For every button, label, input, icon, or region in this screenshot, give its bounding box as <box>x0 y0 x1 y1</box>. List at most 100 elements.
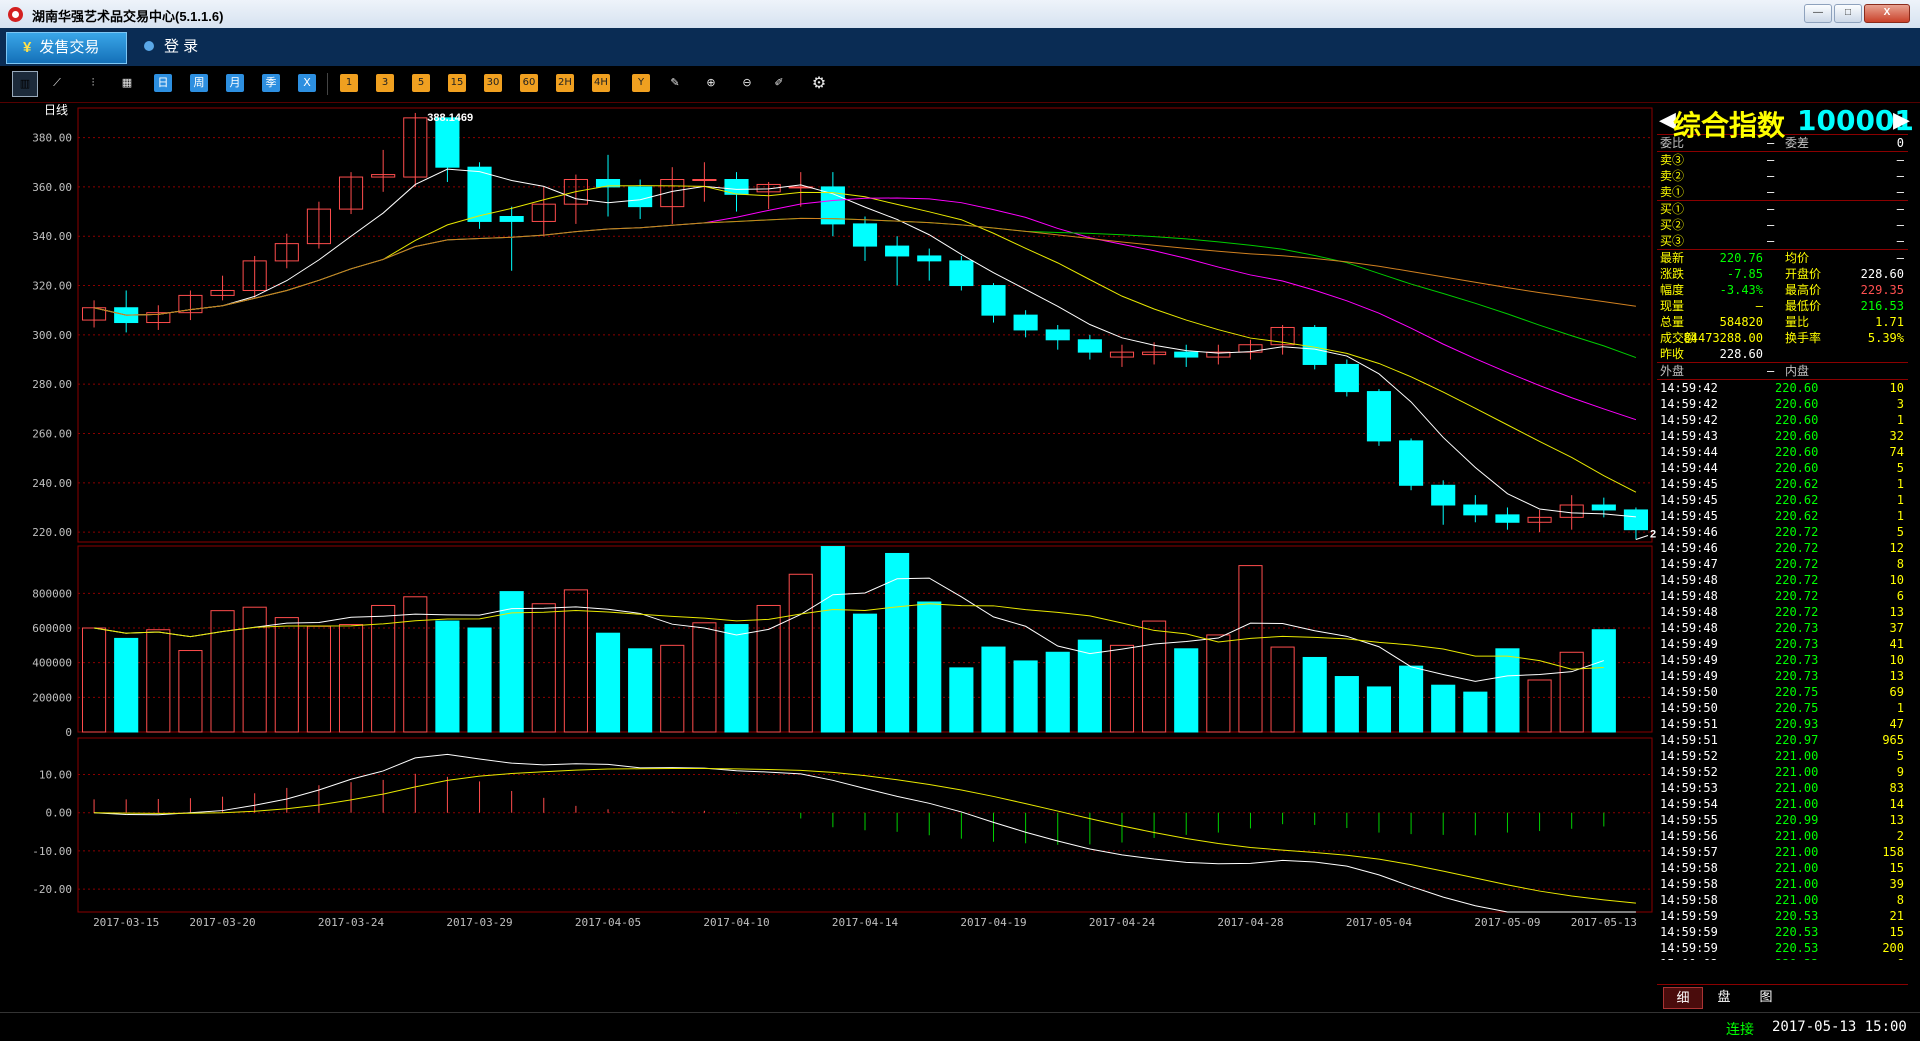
stat-label: 换手率 <box>1785 331 1822 345</box>
tab-chart[interactable]: 图 <box>1747 987 1785 1007</box>
tick-row: 14:59:47 220.72 8 <box>1657 556 1908 572</box>
volume-bar-up <box>1270 646 1295 733</box>
kline-chart-svg[interactable]: 380.00 360.00 340.00 320.00 300.00 280.00 260.… <box>6 103 1696 1012</box>
tick-price: 220.62 <box>1775 477 1819 491</box>
maximize-button[interactable]: □ <box>1834 4 1862 23</box>
tick-row: 14:59:57 221.00 158 <box>1657 844 1908 860</box>
period-label: 日线 <box>44 104 68 117</box>
candle-down <box>1591 504 1616 511</box>
tick-price: 220.73 <box>1775 621 1819 635</box>
tick-time: 14:59:50 <box>1660 701 1718 715</box>
tick-price: 220.60 <box>1775 381 1819 395</box>
kline-chart-icon[interactable]: ▥ <box>12 71 38 97</box>
candlestick-icon[interactable]: ⫶ <box>84 74 102 92</box>
period-month[interactable]: 月 <box>226 74 244 92</box>
level-label: 卖① <box>1660 185 1685 199</box>
settings-gear-icon[interactable]: ⚙ <box>810 74 828 92</box>
period-1[interactable]: 1 <box>340 74 358 92</box>
tick-price: 220.60 <box>1775 445 1819 459</box>
candle-down <box>1077 339 1102 353</box>
outer-label: 外盘 <box>1660 364 1685 378</box>
candle-down <box>1013 314 1038 331</box>
tick-time: 14:59:49 <box>1660 669 1718 683</box>
period-3[interactable]: 3 <box>376 74 394 92</box>
sell-level-row: 卖③ — — <box>1657 152 1908 168</box>
tick-price: 221.00 <box>1775 877 1819 891</box>
weicha-value: 0 <box>1896 136 1904 150</box>
tick-price: 220.75 <box>1775 685 1819 699</box>
volume-bar-up <box>338 624 364 733</box>
tab-detail[interactable]: 细 <box>1663 987 1703 1009</box>
close-button[interactable]: X <box>1864 4 1910 23</box>
calendar-icon[interactable]: ▦ <box>118 74 136 92</box>
x-axis-date-label: 2017-04-05 <box>575 916 641 929</box>
tick-time: 14:59:59 <box>1660 909 1718 923</box>
tick-row: 14:59:49 220.73 41 <box>1657 636 1908 652</box>
zoom-out-icon[interactable]: ⊖ <box>738 74 756 92</box>
tick-price: 220.32 <box>1775 956 1818 960</box>
edit-icon[interactable]: ✎ <box>666 74 684 92</box>
macd-tick-label: 0.00 <box>46 807 73 820</box>
order-ratio-section: 委比 — 委差 0 <box>1657 135 1908 152</box>
period-5[interactable]: 5 <box>412 74 430 92</box>
stat-label: 总量 <box>1660 315 1685 329</box>
line-chart-icon[interactable]: ⟋ <box>48 74 66 92</box>
zoom-in-icon[interactable]: ⊕ <box>702 74 720 92</box>
tick-price: 220.62 <box>1775 493 1819 507</box>
candle-down <box>1366 391 1392 442</box>
x-axis-date-label: 2017-05-09 <box>1474 916 1540 929</box>
tick-price: 220.60 <box>1775 413 1819 427</box>
stat-label: 昨收 <box>1660 347 1685 361</box>
tick-price: 220.93 <box>1775 717 1819 731</box>
macd-dif-line <box>94 753 1636 913</box>
period-60[interactable]: 60 <box>520 74 538 92</box>
tab-order[interactable]: 盘 <box>1705 987 1743 1007</box>
volume-tick-label: 400000 <box>32 657 72 670</box>
minimize-button[interactable]: — <box>1804 4 1832 23</box>
menu-login[interactable]: 登 录 <box>144 32 198 62</box>
tick-time: 14:59:53 <box>1660 781 1718 795</box>
price-tick-label: 380.00 <box>32 132 72 145</box>
candle-down <box>628 186 653 208</box>
tick-price: 221.00 <box>1775 829 1819 843</box>
stat-row: 最新 220.76 均价 — <box>1657 250 1908 266</box>
tick-time: 14:59:46 <box>1660 541 1718 555</box>
period-30[interactable]: 30 <box>484 74 502 92</box>
period-4h[interactable]: 4H <box>592 74 610 92</box>
period-2h[interactable]: 2H <box>556 74 574 92</box>
period-season[interactable]: 季 <box>262 74 280 92</box>
tick-row: 14:59:45 220.62 1 <box>1657 492 1908 508</box>
next-arrow-icon[interactable]: ▶ <box>1893 107 1910 133</box>
draw-icon[interactable]: ✐ <box>770 74 788 92</box>
candle-down <box>1495 514 1520 523</box>
tick-row: 14:59:51 220.97 965 <box>1657 732 1908 748</box>
volume-bar-down <box>1366 686 1392 733</box>
period-15[interactable]: 15 <box>448 74 466 92</box>
volume-bar-down <box>1591 629 1616 733</box>
tick-list[interactable]: 14:59:42 220.60 10 14:59:42 220.60 3 14:59:42 2… <box>1657 380 1908 960</box>
stat-label: 最新 <box>1660 251 1685 265</box>
stat-value: -7.85 <box>1726 267 1763 281</box>
tick-volume: 41 <box>1889 637 1904 651</box>
candle-down <box>852 223 878 247</box>
x-axis-date-label: 2017-04-19 <box>960 916 1026 929</box>
yen-icon: ¥ <box>23 39 32 56</box>
period-day[interactable]: 日 <box>154 74 172 92</box>
period-x[interactable]: X <box>298 74 316 92</box>
tick-time: 14:59:45 <box>1660 477 1718 491</box>
tick-row: 14:59:45 220.62 1 <box>1657 476 1908 492</box>
tick-row: 14:59:59 220.53 200 <box>1657 940 1908 956</box>
tick-price: 220.53 <box>1775 909 1819 923</box>
stat-value: 229.35 <box>1860 283 1904 297</box>
kline-chart-area[interactable]: 380.00 360.00 340.00 320.00 300.00 280.00 260.… <box>6 103 1696 1012</box>
tick-time: 14:59:42 <box>1660 381 1718 395</box>
status-bar: 连接 2017-05-13 15:00 <box>0 1012 1920 1041</box>
tick-time: 14:59:43 <box>1660 429 1718 443</box>
period-y[interactable]: Y <box>632 74 650 92</box>
candle-down <box>885 245 910 257</box>
period-week[interactable]: 周 <box>190 74 208 92</box>
volume-bar-up <box>1238 565 1263 733</box>
menu-sale-trading[interactable]: ¥ 发售交易 <box>6 32 127 64</box>
tick-volume: 8 <box>1896 557 1904 571</box>
tick-price: 220.97 <box>1775 733 1819 747</box>
